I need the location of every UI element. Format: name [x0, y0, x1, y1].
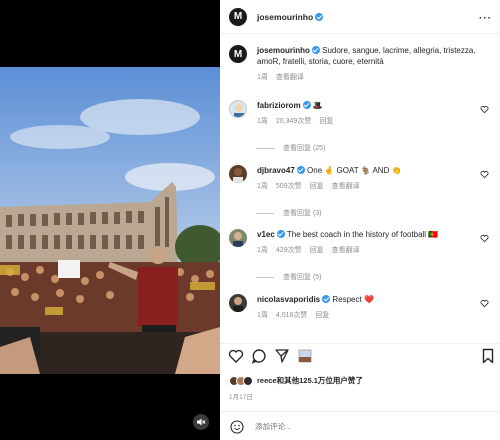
caption-username[interactable]: josemourinho: [257, 46, 310, 55]
avatar-image-icon: [234, 104, 244, 117]
caption-avatar[interactable]: M: [229, 45, 247, 63]
see-translation-link[interactable]: 查看翻译: [332, 183, 360, 190]
verified-badge-icon: [311, 46, 320, 54]
share-send-icon[interactable]: [274, 348, 290, 364]
comment-avatar[interactable]: [229, 229, 247, 247]
verified-badge-icon: [302, 101, 311, 109]
see-translation-link[interactable]: 查看翻译: [276, 74, 304, 81]
post-side-panel: M josemourinho ··· M josemourinho Sudore…: [220, 0, 500, 440]
comment-username[interactable]: nicolasvaporidis: [257, 295, 320, 304]
caption-time: 1周: [257, 74, 268, 81]
comment-time: 1周: [257, 312, 268, 319]
comment-username[interactable]: v1ec: [257, 230, 275, 239]
avatar-image-icon: [233, 297, 243, 312]
view-replies-button[interactable]: 查看回复 (5): [256, 272, 322, 282]
reply-button[interactable]: 回复: [315, 312, 329, 319]
emoji-smiley-icon[interactable]: [230, 419, 244, 434]
comment-time: 1周: [257, 183, 268, 190]
reply-button[interactable]: 回复: [310, 183, 324, 190]
author-avatar[interactable]: M: [229, 7, 247, 26]
like-heart-icon[interactable]: [228, 348, 244, 364]
comment-input[interactable]: [255, 422, 455, 431]
reply-button[interactable]: 回复: [310, 247, 324, 254]
comment-text: One 🤞 GOAT 🐐 AND 👏: [307, 166, 402, 175]
post-dialog: M josemourinho ··· M josemourinho Sudore…: [0, 0, 500, 440]
avatar-image-icon: [233, 232, 243, 247]
reply-button[interactable]: 回复: [319, 118, 333, 125]
comment-likes[interactable]: 4,016次赞: [276, 312, 308, 319]
likes-count-text[interactable]: 和其他125.1万位用户赞了: [277, 376, 363, 385]
like-comment-heart-icon[interactable]: [480, 170, 489, 179]
liker-username[interactable]: reece: [257, 376, 277, 385]
verified-badge-icon: [276, 230, 285, 238]
comment-likes[interactable]: 429次赞: [276, 247, 302, 254]
post-header: M josemourinho ···: [220, 0, 500, 34]
comment-avatar[interactable]: [229, 294, 247, 312]
like-comment-heart-icon[interactable]: [480, 299, 489, 308]
comments-list: M josemourinho Sudore, sangue, lacrime, …: [220, 35, 500, 343]
likes-summary[interactable]: reece和其他125.1万位用户赞了: [229, 375, 363, 386]
like-comment-heart-icon[interactable]: [480, 105, 489, 114]
more-options-icon[interactable]: ···: [479, 13, 492, 24]
see-translation-link[interactable]: 查看翻译: [332, 247, 360, 254]
comment-bubble-icon[interactable]: [251, 348, 267, 364]
post-video[interactable]: [0, 67, 220, 374]
liker-avatar: [243, 375, 253, 386]
post-actions: reece和其他125.1万位用户赞了 1月17日: [220, 343, 500, 440]
view-replies-button[interactable]: 查看回复 (25): [256, 143, 325, 153]
comment-avatar[interactable]: [229, 165, 247, 183]
like-comment-heart-icon[interactable]: [480, 234, 489, 243]
author-username[interactable]: josemourinho: [257, 12, 324, 22]
comment-username[interactable]: djbravo47: [257, 166, 295, 175]
comment-text: 🎩: [312, 101, 323, 110]
view-replies-button[interactable]: 查看回复 (3): [256, 208, 322, 218]
mute-toggle-button[interactable]: [193, 414, 209, 430]
speaker-muted-icon: [197, 418, 206, 426]
comment-time: 1周: [257, 118, 268, 125]
comment-time: 1周: [257, 247, 268, 254]
verified-badge-icon: [296, 166, 305, 174]
avatar-image-icon: [233, 168, 243, 183]
save-bookmark-icon[interactable]: [480, 348, 496, 364]
comment-text: The best coach in the history of footbal…: [286, 230, 439, 239]
post-date: 1月17日: [229, 394, 253, 401]
media-thumbnail-icon[interactable]: [297, 348, 313, 364]
comment-username[interactable]: fabriziorom: [257, 101, 301, 110]
comment-text: Respect ❤️: [332, 295, 374, 304]
comment-likes[interactable]: 509次赞: [276, 183, 302, 190]
comment-avatar[interactable]: [229, 100, 247, 118]
add-comment-bar: [220, 411, 500, 440]
comment-likes[interactable]: 20,349次赞: [276, 118, 311, 125]
verified-badge-icon: [315, 12, 324, 21]
verified-badge-icon: [322, 295, 331, 303]
post-media-pane: [0, 0, 220, 440]
video-frame: [0, 67, 220, 374]
